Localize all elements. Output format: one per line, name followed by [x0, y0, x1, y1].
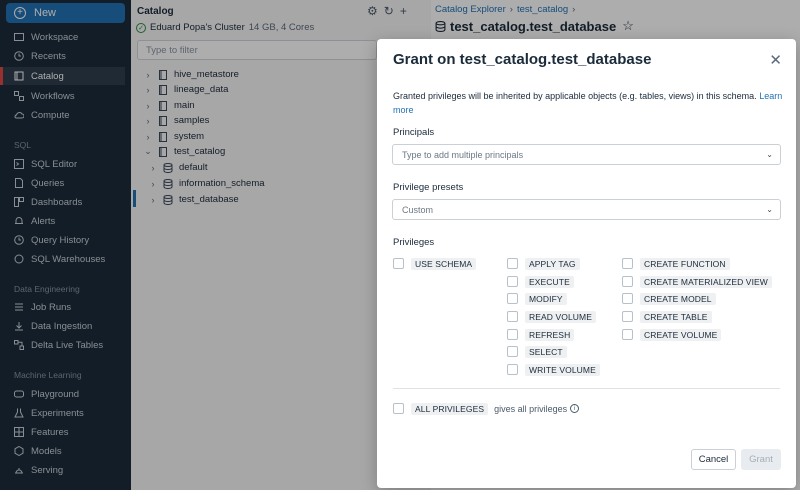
- privilege-label: CREATE TABLE: [640, 310, 712, 323]
- dialog-title: Grant on test_catalog.test_database: [393, 51, 652, 68]
- presets-value: Custom: [402, 204, 434, 215]
- all-privileges-note: gives all privileges: [494, 403, 568, 414]
- close-icon[interactable]: ✕: [769, 51, 782, 69]
- cancel-button[interactable]: Cancel: [691, 449, 736, 470]
- divider: [393, 388, 780, 389]
- privileges-label: Privileges: [393, 237, 435, 248]
- dialog-description: Granted privileges will be inherited by …: [393, 89, 785, 117]
- info-icon[interactable]: i: [570, 404, 580, 413]
- checkbox[interactable]: [507, 276, 518, 287]
- description-text: Granted privileges will be inherited by …: [393, 91, 757, 101]
- chevron-down-icon: ⌄: [766, 150, 773, 159]
- privilege-select[interactable]: SELECT: [507, 345, 567, 358]
- checkbox[interactable]: [622, 329, 633, 340]
- privilege-label: USE SCHEMA: [411, 257, 477, 270]
- privilege-label: ALL PRIVILEGES: [411, 402, 489, 415]
- checkbox[interactable]: [622, 293, 633, 304]
- privilege-apply-tag[interactable]: APPLY TAG: [507, 257, 580, 270]
- principals-input[interactable]: Type to add multiple principals ⌄: [392, 144, 781, 165]
- checkbox[interactable]: [507, 364, 518, 375]
- privilege-refresh[interactable]: REFRESH: [507, 328, 575, 341]
- privilege-execute[interactable]: EXECUTE: [507, 275, 574, 288]
- privilege-label: CREATE VOLUME: [640, 328, 722, 341]
- checkbox[interactable]: [393, 258, 404, 269]
- checkbox[interactable]: [393, 403, 404, 414]
- privilege-label: CREATE MATERIALIZED VIEW: [640, 275, 772, 288]
- privilege-label: REFRESH: [525, 328, 575, 341]
- privilege-create-model[interactable]: CREATE MODEL: [622, 292, 716, 305]
- privilege-use-schema[interactable]: USE SCHEMA: [393, 257, 477, 270]
- presets-label: Privilege presets: [393, 182, 464, 193]
- privilege-create-materialized-view[interactable]: CREATE MATERIALIZED VIEW: [622, 275, 772, 288]
- privilege-write-volume[interactable]: WRITE VOLUME: [507, 363, 600, 376]
- checkbox[interactable]: [507, 293, 518, 304]
- checkbox[interactable]: [507, 311, 518, 322]
- checkbox[interactable]: [507, 329, 518, 340]
- privilege-label: MODIFY: [525, 292, 567, 305]
- checkbox[interactable]: [622, 276, 633, 287]
- principals-label: Principals: [393, 127, 435, 138]
- privilege-label: EXECUTE: [525, 275, 574, 288]
- checkbox[interactable]: [507, 258, 518, 269]
- privilege-read-volume[interactable]: READ VOLUME: [507, 310, 596, 323]
- chevron-down-icon: ⌄: [766, 205, 773, 214]
- privilege-create-table[interactable]: CREATE TABLE: [622, 310, 712, 323]
- principals-placeholder: Type to add multiple principals: [402, 149, 524, 160]
- privilege-all-privileges[interactable]: ALL PRIVILEGES gives all privileges i: [393, 402, 580, 415]
- privilege-create-function[interactable]: CREATE FUNCTION: [622, 257, 730, 270]
- privilege-label: WRITE VOLUME: [525, 363, 600, 376]
- presets-select[interactable]: Custom ⌄: [392, 199, 781, 220]
- grant-button[interactable]: Grant: [741, 449, 781, 470]
- privilege-label: APPLY TAG: [525, 257, 580, 270]
- checkbox[interactable]: [622, 311, 633, 322]
- privilege-label: SELECT: [525, 345, 567, 358]
- privilege-label: CREATE FUNCTION: [640, 257, 730, 270]
- checkbox[interactable]: [507, 346, 518, 357]
- privilege-label: READ VOLUME: [525, 310, 596, 323]
- privilege-create-volume[interactable]: CREATE VOLUME: [622, 328, 722, 341]
- checkbox[interactable]: [622, 258, 633, 269]
- grant-dialog: Grant on test_catalog.test_database ✕ Gr…: [377, 39, 796, 488]
- privilege-modify[interactable]: MODIFY: [507, 292, 567, 305]
- privilege-label: CREATE MODEL: [640, 292, 716, 305]
